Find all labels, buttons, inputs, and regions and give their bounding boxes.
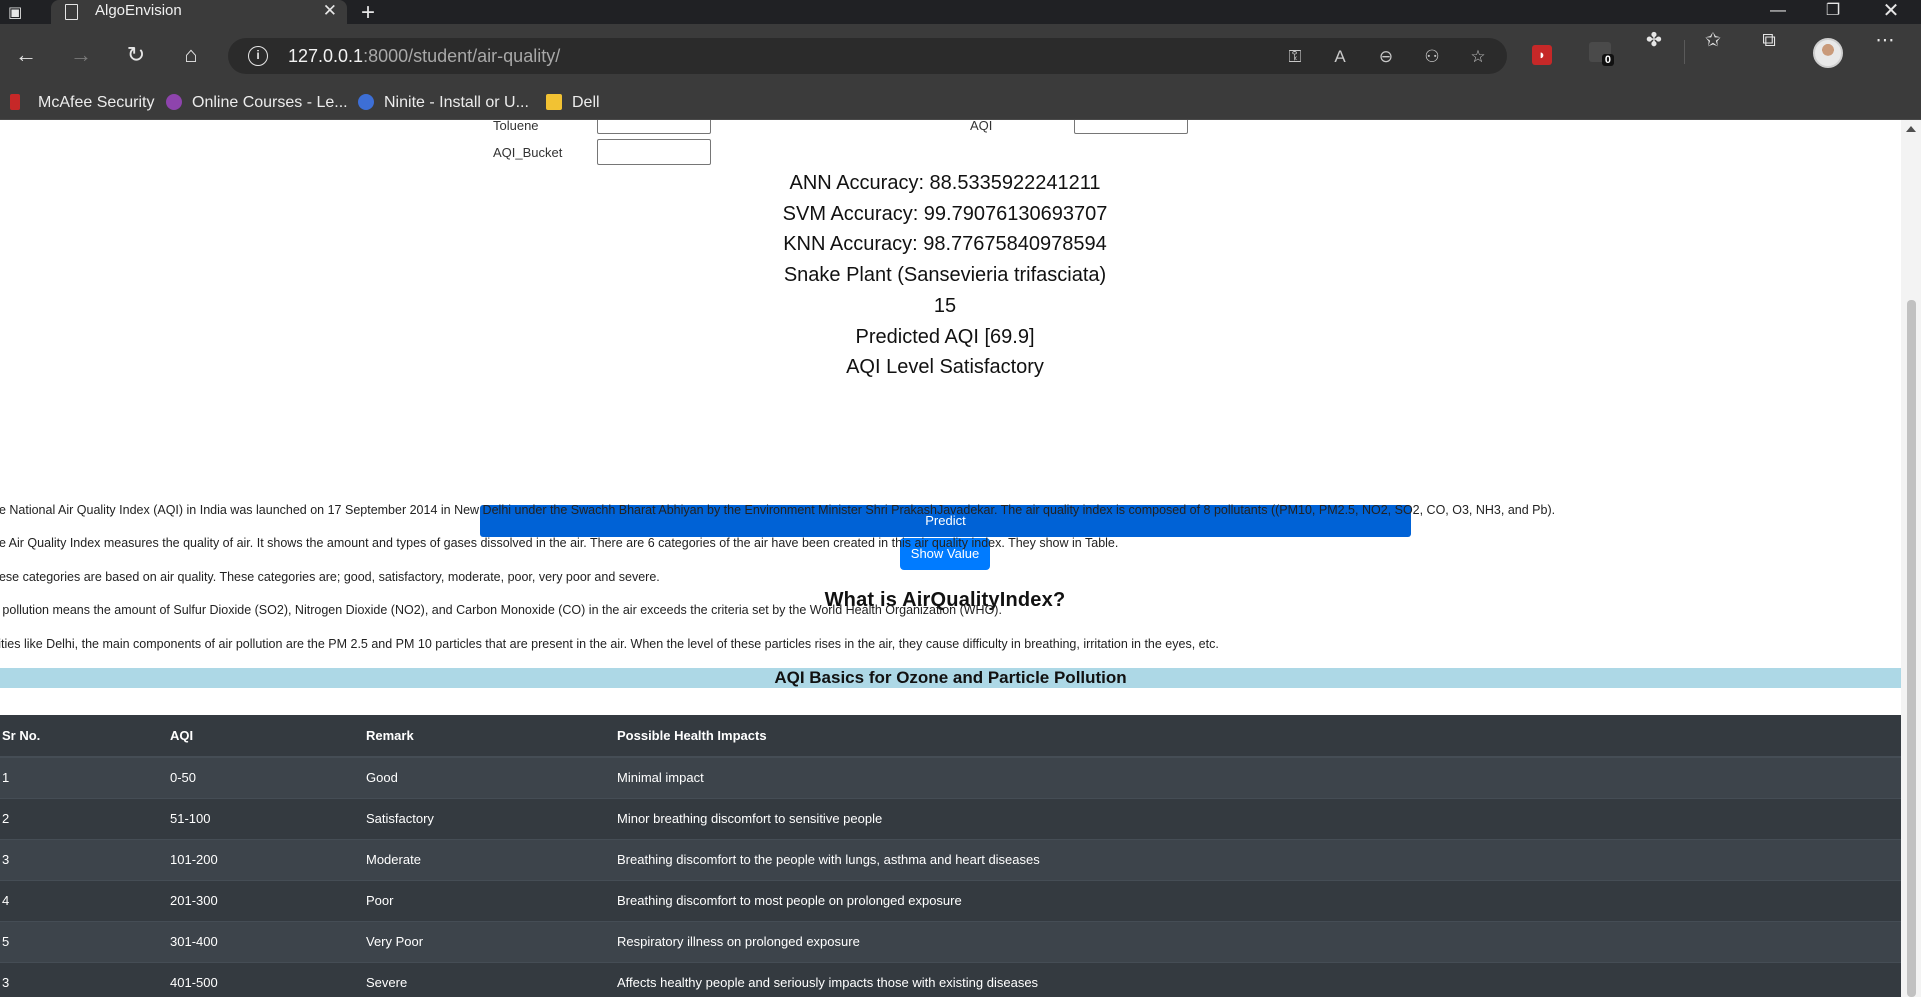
cell-remark: Very Poor — [364, 920, 615, 962]
bookmark-dell[interactable]: Dell — [546, 86, 600, 120]
browser-toolbar: ← → ↻ ⌂ i 127.0.0.1:8000/student/air-qua… — [0, 24, 1921, 86]
info-paragraph: ir pollution means the amount of Sulfur … — [0, 603, 1002, 617]
bookmarks-bar: McAfee Security Online Courses - Le... N… — [0, 86, 1921, 120]
table-row: 3 101-200 Moderate Breathing discomfort … — [0, 838, 1901, 880]
table-row: 4 201-300 Poor Breathing discomfort to m… — [0, 879, 1901, 921]
aqi-label: AQI — [970, 120, 993, 133]
table-header-row: Sr No. AQI Remark Possible Health Impact… — [0, 715, 1901, 758]
window-close-icon[interactable]: ✕ — [1866, 0, 1916, 24]
svm-accuracy: SVM Accuracy: 99.79076130693707 — [782, 203, 1108, 225]
knn-accuracy: KNN Accuracy: 98.77675840978594 — [783, 233, 1107, 255]
bookmark-online-courses[interactable]: Online Courses - Le... — [166, 86, 348, 120]
scrollbar-thumb[interactable] — [1907, 300, 1916, 997]
page-favicon-icon — [65, 4, 78, 20]
ninite-icon — [358, 94, 374, 110]
table-row: 2 51-100 Satisfactory Minor breathing di… — [0, 797, 1901, 839]
cell-remark: Moderate — [364, 838, 615, 880]
back-icon[interactable]: ← — [12, 42, 40, 70]
cell-health-impact: Breathing discomfort to the people with … — [615, 838, 1901, 880]
page-scrollbar[interactable] — [1901, 120, 1921, 997]
table-row: 3 401-500 Severe Affects healthy people … — [0, 961, 1901, 997]
header-aqi: AQI — [168, 715, 364, 758]
cell-remark: Poor — [364, 879, 615, 921]
read-aloud-icon[interactable]: A — [1329, 46, 1351, 68]
aqi-bucket-input[interactable] — [597, 139, 711, 165]
close-tab-icon[interactable]: ✕ — [323, 1, 337, 21]
favorites-icon[interactable]: ✩ — [1700, 28, 1726, 54]
cell-sr-no: 4 — [0, 879, 168, 921]
minimize-icon[interactable]: — — [1753, 0, 1803, 24]
scroll-up-icon[interactable] — [1906, 126, 1916, 132]
cell-health-impact: Affects healthy people and seriously imp… — [615, 961, 1901, 997]
bookmark-ninite[interactable]: Ninite - Install or U... — [358, 86, 529, 120]
info-paragraph: hese categories are based on air quality… — [0, 570, 660, 584]
browser-tab[interactable]: AlgoEnvision ✕ — [51, 0, 347, 24]
cell-health-impact: Breathing discomfort to most people on p… — [615, 879, 1901, 921]
more-menu-icon[interactable]: ⋯ — [1872, 28, 1898, 54]
extension-counter-icon[interactable]: 0 — [1589, 42, 1614, 66]
site-info-icon[interactable]: i — [248, 46, 268, 66]
password-key-icon[interactable]: ⚿ — [1284, 46, 1306, 68]
forward-icon[interactable]: → — [67, 42, 95, 70]
url-text[interactable]: 127.0.0.1:8000/student/air-quality/ — [288, 46, 560, 67]
info-paragraph: cities like Delhi, the main components o… — [0, 637, 1219, 651]
extensions-puzzle-icon[interactable]: ✤ — [1641, 28, 1667, 54]
cell-sr-no: 2 — [0, 797, 168, 839]
toolbar-divider — [1684, 40, 1685, 64]
address-bar[interactable]: i 127.0.0.1:8000/student/air-quality/ ⚿ … — [228, 38, 1507, 74]
profile-avatar[interactable] — [1813, 38, 1843, 68]
cell-aqi: 201-300 — [168, 879, 364, 921]
toluene-input[interactable] — [597, 120, 711, 134]
bookmark-mcafee[interactable]: McAfee Security — [10, 86, 154, 120]
toluene-label: Toluene — [493, 120, 539, 133]
profile-sync-icon[interactable]: ⚇ — [1421, 46, 1443, 68]
mcafee-icon — [10, 94, 20, 110]
table-row: 1 0-50 Good Minimal impact — [0, 756, 1901, 798]
info-paragraph: he National Air Quality Index (AQI) in I… — [0, 503, 1556, 517]
tab-title: AlgoEnvision — [95, 2, 182, 19]
restore-icon[interactable]: ❐ — [1808, 0, 1858, 24]
cell-aqi: 51-100 — [168, 797, 364, 839]
aqi-bucket-label: AQI_Bucket — [493, 145, 563, 160]
cell-sr-no: 3 — [0, 838, 168, 880]
aqi-level: AQI Level Satisfactory — [846, 356, 1044, 378]
cell-aqi: 301-400 — [168, 920, 364, 962]
page-content: Toluene AQI AQI_Bucket ANN Accuracy: 88.… — [0, 120, 1901, 997]
header-health-impacts: Possible Health Impacts — [615, 715, 1901, 758]
cell-sr-no: 5 — [0, 920, 168, 962]
header-sr-no: Sr No. — [0, 715, 168, 758]
cell-aqi: 401-500 — [168, 961, 364, 997]
plant-count: 15 — [933, 295, 957, 317]
info-paragraph: he Air Quality Index measures the qualit… — [0, 536, 1119, 550]
zoom-out-icon[interactable]: ⊖ — [1375, 46, 1397, 68]
cell-remark: Satisfactory — [364, 797, 615, 839]
tab-strip: ▣ AlgoEnvision ✕ + — ❐ ✕ — [0, 0, 1921, 27]
header-remark: Remark — [364, 715, 615, 758]
ann-accuracy: ANN Accuracy: 88.5335922241211 — [789, 172, 1101, 194]
cell-aqi: 0-50 — [168, 756, 364, 798]
tab-actions-icon[interactable]: ▣ — [8, 3, 26, 21]
cell-sr-no: 3 — [0, 961, 168, 997]
home-icon[interactable]: ⌂ — [177, 42, 205, 70]
reload-icon[interactable]: ↻ — [122, 42, 150, 70]
aqi-table: Sr No. AQI Remark Possible Health Impact… — [0, 715, 1901, 997]
add-favorite-icon[interactable]: ☆ — [1467, 46, 1489, 68]
aqi-input[interactable] — [1074, 120, 1188, 134]
udemy-icon — [166, 94, 182, 110]
folder-icon — [546, 94, 562, 110]
new-tab-icon[interactable]: + — [361, 0, 375, 27]
recommended-plant: Snake Plant (Sansevieria trifasciata) — [783, 264, 1107, 286]
cell-remark: Severe — [364, 961, 615, 997]
cell-sr-no: 1 — [0, 756, 168, 798]
predicted-aqi: Predicted AQI [69.9] — [855, 326, 1035, 348]
table-caption: AQI Basics for Ozone and Particle Pollut… — [0, 668, 1901, 688]
collections-icon[interactable]: ⧉ — [1756, 28, 1782, 54]
table-row: 5 301-400 Very Poor Respiratory illness … — [0, 920, 1901, 962]
cell-health-impact: Minimal impact — [615, 756, 1901, 798]
cell-aqi: 101-200 — [168, 838, 364, 880]
cell-health-impact: Minor breathing discomfort to sensitive … — [615, 797, 1901, 839]
pocket-extension-icon[interactable]: ◗ — [1532, 45, 1552, 65]
cell-remark: Good — [364, 756, 615, 798]
cell-health-impact: Respiratory illness on prolonged exposur… — [615, 920, 1901, 962]
